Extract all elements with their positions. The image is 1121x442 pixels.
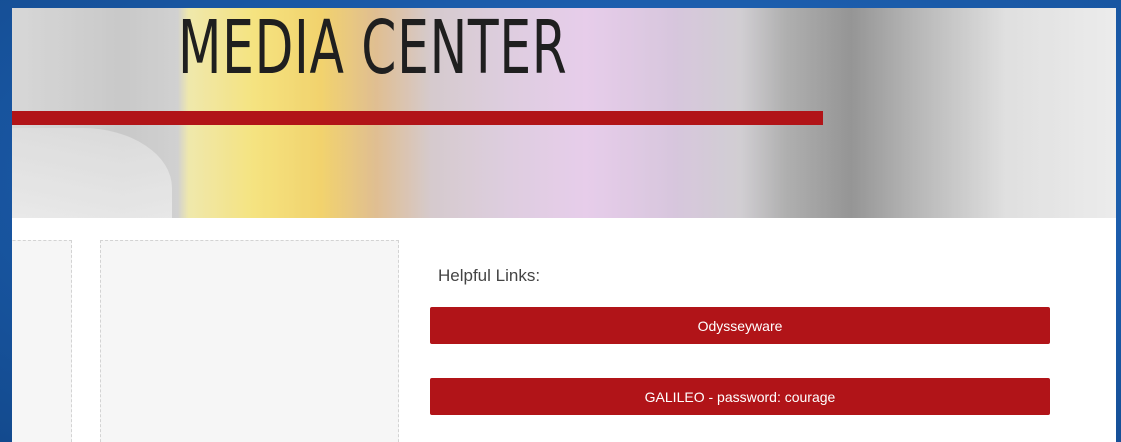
content-panel-left [12,240,72,442]
page-frame: MEDIA CENTER Helpful Links: Odysseyware … [12,8,1116,442]
galileo-link-button[interactable]: GALILEO - password: courage [430,378,1050,415]
content-panel-middle [100,240,399,442]
helpful-links-heading: Helpful Links: [438,266,541,285]
page-title: MEDIA CENTER [178,8,568,91]
hero-banner: MEDIA CENTER [12,8,1116,218]
title-underline-bar [12,111,823,125]
odysseyware-link-button[interactable]: Odysseyware [430,307,1050,344]
hero-background-graphic [12,128,172,218]
